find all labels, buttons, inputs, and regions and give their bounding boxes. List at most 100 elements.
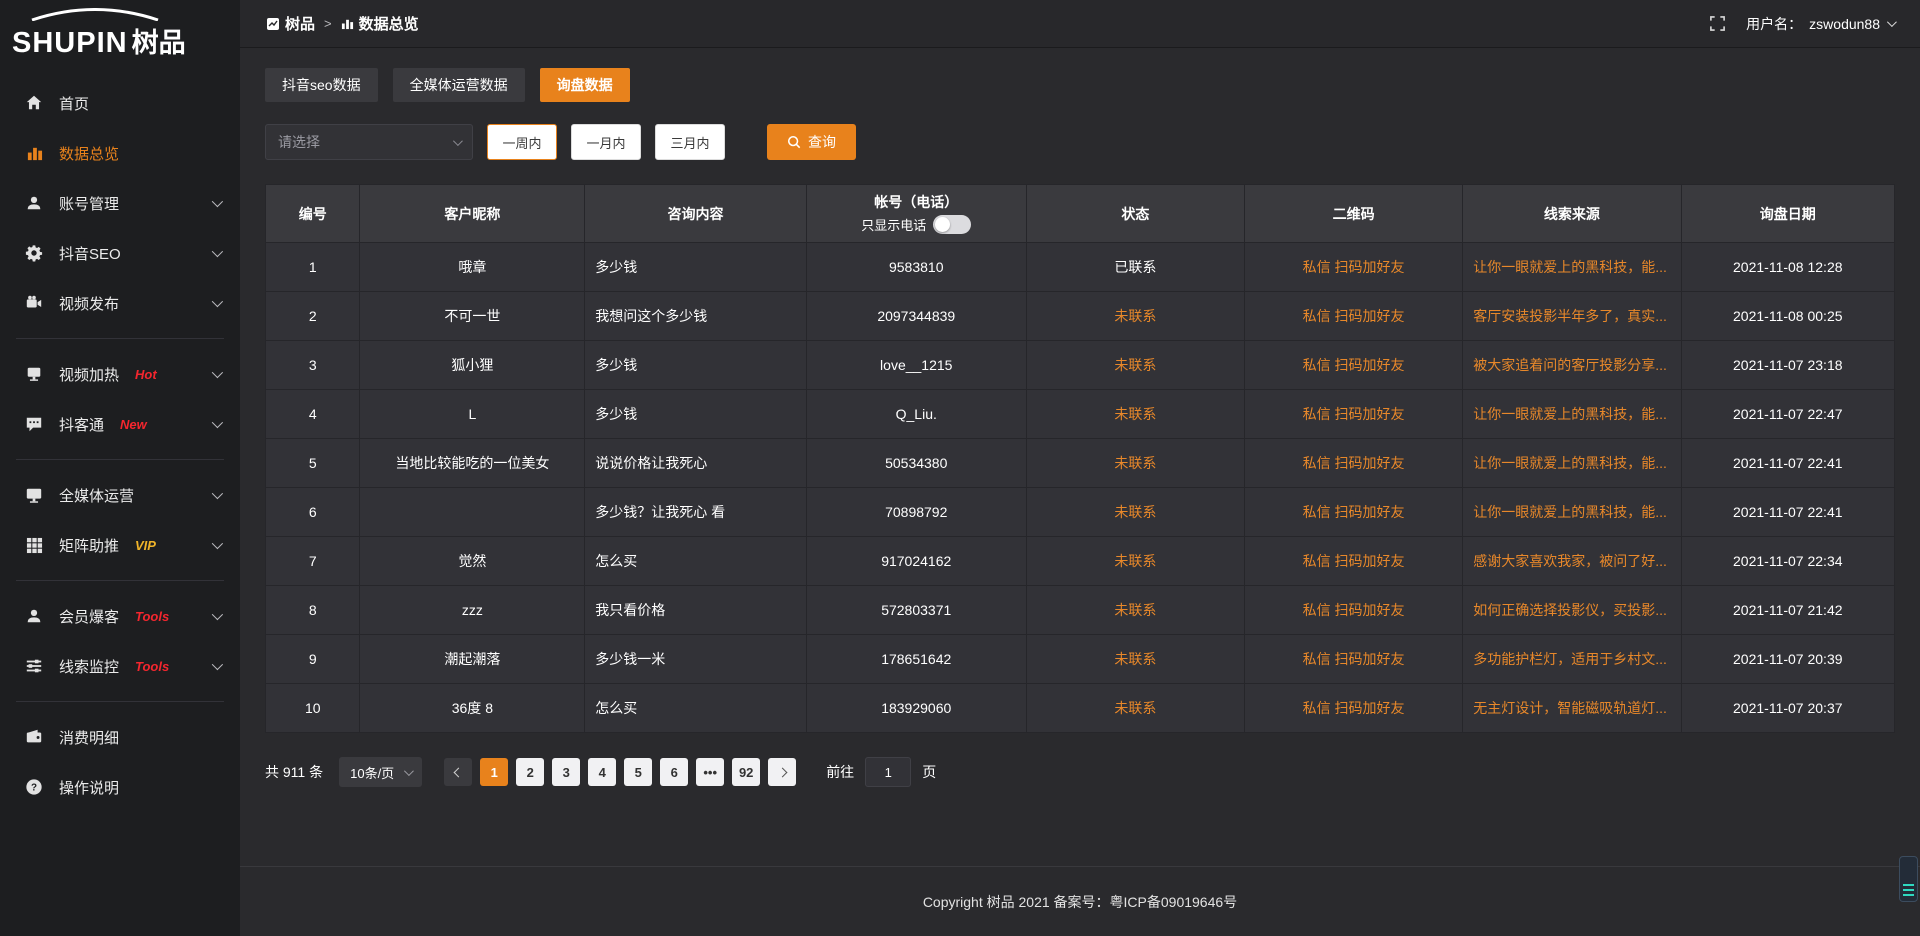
page-button-2[interactable]: 2	[516, 758, 544, 786]
sidebar-item-video-publish[interactable]: 视频发布	[0, 278, 240, 328]
cell-source-link[interactable]: 让你一眼就爱上的黑科技，能...	[1463, 488, 1681, 537]
tab-inquiry-data[interactable]: 询盘数据	[540, 68, 630, 102]
username-label: 用户名：	[1746, 14, 1802, 34]
help-icon: ?	[24, 777, 44, 797]
cell-source-link[interactable]: 如何正确选择投影仪，买投影...	[1463, 586, 1681, 635]
cell-status: 未联系	[1026, 488, 1244, 537]
page-button-4[interactable]: 4	[588, 758, 616, 786]
cell-qrcode-links[interactable]: 私信 扫码加好友	[1244, 243, 1462, 292]
table-row: 7 觉然 怎么买 917024162 未联系 私信 扫码加好友 感谢大家喜欢我家…	[266, 537, 1895, 586]
cell-content: 多少钱一米	[585, 635, 807, 684]
page-button-1[interactable]: 1	[480, 758, 508, 786]
sidebar-item-label: 全媒体运营	[59, 485, 134, 506]
sidebar-item-omni-media[interactable]: 全媒体运营	[0, 470, 240, 520]
chevron-down-icon	[212, 367, 223, 378]
sidebar-item-label: 消费明细	[59, 727, 119, 748]
cell-qrcode-links[interactable]: 私信 扫码加好友	[1244, 390, 1462, 439]
table-row: 4 L 多少钱 Q_Liu. 未联系 私信 扫码加好友 让你一眼就爱上的黑科技，…	[266, 390, 1895, 439]
cell-source-link[interactable]: 多功能护栏灯，适用于乡村文...	[1463, 635, 1681, 684]
page-ellipsis-button[interactable]: •••	[696, 758, 724, 786]
account-select[interactable]: 请选择	[265, 124, 473, 160]
cell-qrcode-links[interactable]: 私信 扫码加好友	[1244, 684, 1462, 733]
page-suffix: 页	[922, 762, 936, 782]
next-page-button[interactable]	[768, 758, 796, 786]
col-qrcode: 二维码	[1244, 185, 1462, 243]
goto-label: 前往	[826, 762, 854, 782]
cell-source-link[interactable]: 被大家追着问的客厅投影分享...	[1463, 341, 1681, 390]
cell-nickname: 潮起潮落	[360, 635, 585, 684]
cell-qrcode-links[interactable]: 私信 扫码加好友	[1244, 439, 1462, 488]
col-status: 状态	[1026, 185, 1244, 243]
table-row: 10 36度 8 怎么买 183929060 未联系 私信 扫码加好友 无主灯设…	[266, 684, 1895, 733]
overview-chart-icon	[341, 17, 354, 30]
period-button-week[interactable]: 一周内	[487, 124, 557, 160]
cell-source-link[interactable]: 让你一眼就爱上的黑科技，能...	[1463, 390, 1681, 439]
cell-date: 2021-11-07 22:34	[1681, 537, 1894, 586]
sidebar-item-label: 线索监控	[59, 656, 119, 677]
sidebar-item-label: 会员爆客	[59, 606, 119, 627]
cell-source-link[interactable]: 让你一眼就爱上的黑科技，能...	[1463, 439, 1681, 488]
chat-icon	[24, 414, 44, 434]
tab-omni-media-data[interactable]: 全媒体运营数据	[393, 68, 525, 102]
video-upload-icon	[24, 293, 44, 313]
chevron-down-icon	[453, 136, 463, 146]
sidebar-item-lead-monitor[interactable]: 线索监控 Tools	[0, 641, 240, 691]
cell-qrcode-links[interactable]: 私信 扫码加好友	[1244, 292, 1462, 341]
username-value: zswodun88	[1809, 16, 1880, 32]
menu-divider	[16, 580, 224, 581]
prev-page-button[interactable]	[444, 758, 472, 786]
cell-date: 2021-11-08 00:25	[1681, 292, 1894, 341]
cell-qrcode-links[interactable]: 私信 扫码加好友	[1244, 635, 1462, 684]
goto-page-input[interactable]	[865, 757, 911, 787]
cell-source-link[interactable]: 让你一眼就爱上的黑科技，能...	[1463, 243, 1681, 292]
cell-qrcode-links[interactable]: 私信 扫码加好友	[1244, 488, 1462, 537]
cell-nickname	[360, 488, 585, 537]
sidebar-item-home[interactable]: 首页	[0, 78, 240, 128]
breadcrumb-current[interactable]: 数据总览	[341, 13, 419, 34]
widget-line	[1903, 884, 1914, 886]
sidebar-item-douyin-seo[interactable]: 抖音SEO	[0, 228, 240, 278]
sidebar-item-data-overview[interactable]: 数据总览	[0, 128, 240, 178]
page-button-92[interactable]: 92	[732, 758, 760, 786]
tab-douyin-seo-data[interactable]: 抖音seo数据	[265, 68, 378, 102]
total-count: 共 911 条	[265, 762, 323, 782]
cell-status: 未联系	[1026, 586, 1244, 635]
sidebar-menu: 首页 数据总览 账号管理 抖音SEO 视频发布	[0, 64, 240, 812]
sidebar-item-doukertong[interactable]: 抖客通 New	[0, 399, 240, 449]
cell-source-link[interactable]: 客厅安装投影半年多了，真实...	[1463, 292, 1681, 341]
cell-source-link[interactable]: 感谢大家喜欢我家，被问了好...	[1463, 537, 1681, 586]
sidebar-item-label: 数据总览	[59, 143, 119, 164]
sidebar-item-member-burst[interactable]: 会员爆客 Tools	[0, 591, 240, 641]
svg-text:?: ?	[31, 783, 37, 794]
fullscreen-icon[interactable]	[1709, 15, 1726, 32]
cell-source-link[interactable]: 无主灯设计，智能磁吸轨道灯...	[1463, 684, 1681, 733]
user-dropdown[interactable]: 用户名： zswodun88	[1746, 14, 1894, 34]
sidebar-item-matrix-boost[interactable]: 矩阵助推 VIP	[0, 520, 240, 570]
tools-badge: Tools	[135, 609, 169, 624]
chevron-down-icon	[212, 417, 223, 428]
floating-contact-widget[interactable]	[1899, 856, 1918, 902]
page-button-3[interactable]: 3	[552, 758, 580, 786]
sidebar-item-instructions[interactable]: ? 操作说明	[0, 762, 240, 812]
sidebar-item-account-mgmt[interactable]: 账号管理	[0, 178, 240, 228]
period-button-month[interactable]: 一月内	[571, 124, 641, 160]
page-button-5[interactable]: 5	[624, 758, 652, 786]
cell-content: 怎么买	[585, 537, 807, 586]
widget-line	[1903, 889, 1914, 891]
period-button-3months[interactable]: 三月内	[655, 124, 725, 160]
sidebar-item-consumption-detail[interactable]: 消费明细	[0, 712, 240, 762]
cell-qrcode-links[interactable]: 私信 扫码加好友	[1244, 341, 1462, 390]
sidebar-item-video-heat[interactable]: 视频加热 Hot	[0, 349, 240, 399]
cell-nickname: 觉然	[360, 537, 585, 586]
page-size-select[interactable]: 10条/页	[339, 757, 422, 787]
phone-only-toggle[interactable]	[933, 215, 971, 234]
cell-qrcode-links[interactable]: 私信 扫码加好友	[1244, 586, 1462, 635]
user-icon	[24, 193, 44, 213]
breadcrumb-root[interactable]: 树品	[266, 13, 315, 34]
cell-date: 2021-11-07 21:42	[1681, 586, 1894, 635]
cell-account: 178651642	[806, 635, 1026, 684]
page-button-6[interactable]: 6	[660, 758, 688, 786]
cell-qrcode-links[interactable]: 私信 扫码加好友	[1244, 537, 1462, 586]
col-nickname: 客户昵称	[360, 185, 585, 243]
search-button[interactable]: 查询	[767, 124, 856, 160]
